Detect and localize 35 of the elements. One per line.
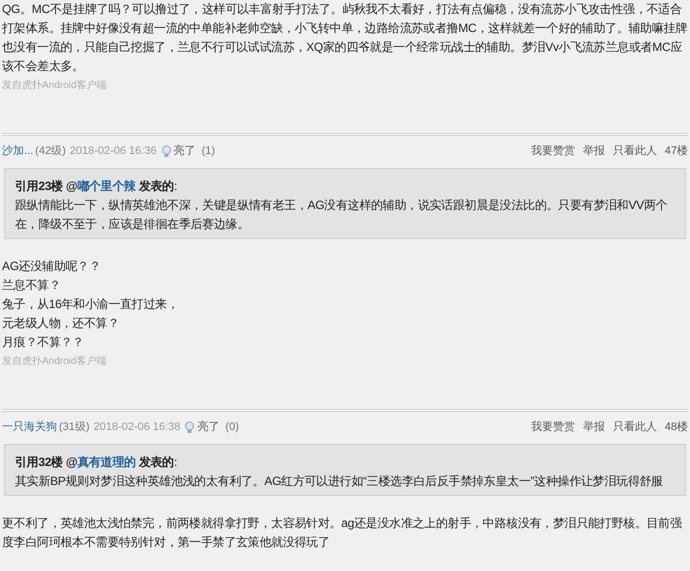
source-note: 发自虎扑Android客户端 [2,78,108,93]
post-text: 元老级人物，还不算？ [2,315,120,332]
user-level: (31级) [59,420,90,435]
action-link[interactable]: 我要赞赏 [530,142,575,160]
quote-text: 其实新BP规则对梦泪这种英雄池浅的太有利了。AG红方可以进行如“三楼选李白后反手禁掉东皇太一”这种操作让梦泪玩得舒服 [15,473,664,490]
quoted-user-link[interactable]: 真有道理的 [77,455,136,469]
post-text: 更不利了，英雄池太浅怕禁完，前两楼就得拿打野，太容易针对。ag还是没水准之上的射手，中路核没有，梦泪只能打野核。目前强度李白阿珂根本不需要特别针对，第一手禁了玄策他就没得玩了 [2,515,683,551]
author-link[interactable]: 一只海关狗 [2,418,57,436]
author-link[interactable]: 沙加... [2,142,34,160]
floor-number: 47楼 [664,144,688,159]
action-link[interactable]: 只看此人 [612,418,657,436]
quote-heading: 引用23楼 @嘟个里个辣 发表的: [15,178,178,195]
action-link[interactable]: 举报 [582,418,605,436]
user-level: (42级) [35,144,66,159]
quote-heading: 引用32楼 @真有道理的 发表的: [15,454,178,471]
post-text: AG还没辅助呢？？ [2,258,102,275]
action-link[interactable]: 只看此人 [612,142,657,160]
quote-text: 跟纵情能比一下，纵情英雄池不深，关键是纵情有老王，AG没有这样的辅助，说实话跟初晨是没法比的。只要有梦泪和VV两个在，降级不至于，应该是徘徊在季后赛边缘。 [15,197,668,233]
action-link[interactable]: 我要赞赏 [530,418,575,436]
lightbulb-icon [160,144,172,158]
like-button[interactable]: 亮了 [184,418,220,436]
post-text: 兔子，从16年和小渝一直打过来， [2,296,180,313]
post-time: 2018-02-06 16:38 [94,420,180,435]
post-time: 2018-02-06 16:36 [70,144,157,159]
post-text: 兰息不算？ [2,277,62,294]
like-count: (0) [225,420,239,435]
action-link[interactable]: 举报 [582,142,605,160]
quoted-user-link[interactable]: 嘟个里个辣 [77,179,136,193]
lightbulb-icon [184,420,196,434]
source-note: 发自虎扑Android客户端 [2,354,108,369]
post-text: 月痕？不算？？ [2,334,85,351]
floor-number: 48楼 [664,420,688,435]
post-text: QG。MC不是挂牌了吗？可以撸过了，这样可以丰富射手打法了。屿秋我不太看好，打法有点偏稳，没有流苏小飞攻击性强，不适合打架体系。挂牌中好像没有超一流的中单能补老帅空缺，小飞转中单，边路给流苏或者撸MC，这样就差一个好的辅助了。辅助嘛挂牌也没有一流的，只能自己挖掘了，兰息不行可以试试流苏，XQ家的四爷就是一个经常玩战士的辅助。梦泪Vv小飞流苏兰息或者MC应该不会差太多。 [2,1,688,75]
like-button[interactable]: 亮了 [160,142,196,160]
like-count: (1) [202,144,216,159]
